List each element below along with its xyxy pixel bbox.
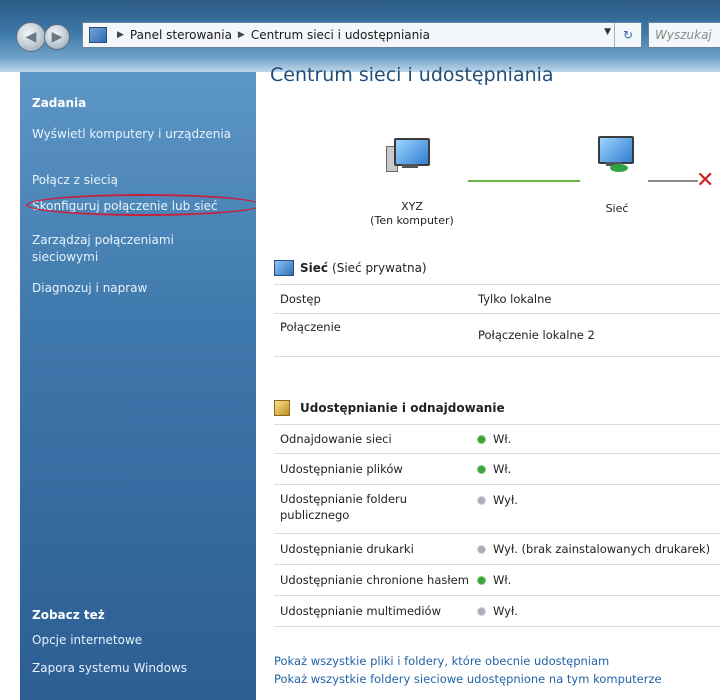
connection-line: [468, 180, 580, 182]
forward-button[interactable]: ▶: [44, 24, 70, 50]
main-content: Centrum sieci i udostępniania ✕ XYZ (Ten…: [256, 64, 720, 700]
back-arrow-icon: ◀: [25, 29, 37, 45]
refresh-icon[interactable]: ↻: [614, 23, 641, 47]
row-status: Wł.: [478, 462, 511, 476]
navigation-buttons: ◀ ▶: [16, 22, 78, 52]
highlight-ellipse: [26, 194, 262, 216]
computer-subtitle: (Ten komputer): [370, 214, 454, 227]
search-input[interactable]: Wyszukaj: [648, 22, 720, 48]
network-details-table: Dostęp Tylko lokalne Połączenie Połączen…: [274, 284, 720, 357]
link-internet-options[interactable]: Opcje internetowe: [32, 632, 232, 649]
sharing-section-header: Udostępnianie i odnajdowanie: [274, 400, 505, 416]
network-map-label: Sieć: [605, 202, 629, 215]
breadcrumb-network-center[interactable]: Centrum sieci i udostępniania: [251, 28, 430, 42]
address-bar[interactable]: ▶ Panel sterowania ▶ Centrum sieci i udo…: [82, 22, 642, 48]
row-value: Wł.: [493, 462, 512, 476]
status-off-icon: [478, 546, 485, 553]
row-key: Udostępnianie chronione hasłem: [280, 573, 469, 587]
network-section-header: Sieć (Sieć prywatna): [274, 260, 427, 276]
network-icon-small: [274, 260, 294, 276]
task-diagnose-repair[interactable]: Diagnozuj i napraw: [32, 280, 232, 297]
link-show-shared-folders[interactable]: Pokaż wszystkie foldery sieciowe udostęp…: [274, 672, 662, 686]
page-title: Centrum sieci i udostępniania: [270, 64, 554, 86]
row-status: Wł.: [478, 432, 511, 446]
row-key: Dostęp: [280, 292, 321, 306]
internet-connection-line: [648, 180, 698, 182]
table-row: Udostępnianie drukarki Wył. (brak zainst…: [274, 534, 720, 565]
network-icon[interactable]: [592, 136, 636, 176]
forward-arrow-icon: ▶: [51, 29, 63, 45]
row-key: Odnajdowanie sieci: [280, 432, 392, 446]
row-key: Udostępnianie plików: [280, 462, 403, 476]
table-row: Dostęp Tylko lokalne: [274, 285, 720, 314]
back-button[interactable]: ◀: [16, 22, 46, 52]
control-panel-icon: [89, 27, 107, 43]
address-dropdown-icon[interactable]: ▼: [604, 27, 611, 37]
row-key: Udostępnianie folderu publicznego: [280, 492, 408, 522]
row-status: Wył. (brak zainstalowanych drukarek): [478, 542, 710, 556]
task-pane: Zadania Wyświetl komputery i urządzenia …: [20, 72, 262, 700]
row-value: Wł.: [493, 432, 512, 446]
status-on-icon: [478, 466, 485, 473]
computer-icon[interactable]: [386, 138, 432, 178]
sharing-heading: Udostępnianie i odnajdowanie: [300, 401, 505, 415]
status-off-icon: [478, 497, 485, 504]
row-value: Połączenie lokalne 2: [478, 328, 595, 342]
table-row: Udostępnianie plików Wł.: [274, 454, 720, 485]
sharing-icon: [274, 400, 290, 416]
task-setup-connection[interactable]: Skonfiguruj połączenie lub sieć: [26, 194, 262, 216]
status-off-icon: [478, 608, 485, 615]
row-key: Połączenie: [280, 320, 341, 334]
computer-name: XYZ: [401, 200, 423, 213]
breadcrumb-separator-icon: ▶: [117, 30, 124, 40]
row-key: Udostępnianie multimediów: [280, 604, 441, 618]
breadcrumb-control-panel[interactable]: Panel sterowania: [130, 28, 232, 42]
task-connect-network[interactable]: Połącz z siecią: [32, 172, 232, 189]
table-row: Odnajdowanie sieci Wł.: [274, 425, 720, 454]
status-on-icon: [478, 577, 485, 584]
row-status: Wł.: [478, 573, 511, 587]
table-row: Połączenie Połączenie lokalne 2: [274, 314, 720, 357]
row-value: Wł.: [493, 573, 512, 587]
no-internet-x-icon: ✕: [696, 168, 715, 193]
row-value: Wył.: [493, 604, 518, 618]
tasks-heading: Zadania: [32, 96, 87, 110]
sharing-table: Odnajdowanie sieci Wł. Udostępnianie pli…: [274, 424, 720, 627]
row-status: Wył.: [478, 493, 518, 507]
status-on-icon: [478, 436, 485, 443]
address-toolbar: ◀ ▶ ▶ Panel sterowania ▶ Centrum sieci i…: [0, 0, 720, 72]
breadcrumb-separator-icon: ▶: [237, 30, 245, 40]
table-row: Udostępnianie folderu publicznego Wył.: [274, 485, 720, 534]
row-value: Wył.: [493, 493, 518, 507]
network-name: Sieć: [300, 261, 329, 275]
row-key: Udostępnianie drukarki: [280, 542, 414, 556]
row-status: Wył.: [478, 604, 518, 618]
row-value: Tylko lokalne: [478, 292, 552, 306]
network-type: (Sieć prywatna): [332, 261, 427, 275]
see-also-heading: Zobacz też: [32, 608, 105, 622]
table-row: Udostępnianie chronione hasłem Wł.: [274, 565, 720, 596]
task-view-computers[interactable]: Wyświetl komputery i urządzenia: [32, 126, 232, 143]
table-row: Udostępnianie multimediów Wył.: [274, 596, 720, 627]
row-value: Wył. (brak zainstalowanych drukarek): [493, 542, 711, 556]
link-show-shared-files[interactable]: Pokaż wszystkie pliki i foldery, które o…: [274, 654, 609, 668]
link-windows-firewall[interactable]: Zapora systemu Windows: [32, 660, 232, 677]
task-manage-connections[interactable]: Zarządzaj połączeniami sieciowymi: [32, 232, 232, 266]
